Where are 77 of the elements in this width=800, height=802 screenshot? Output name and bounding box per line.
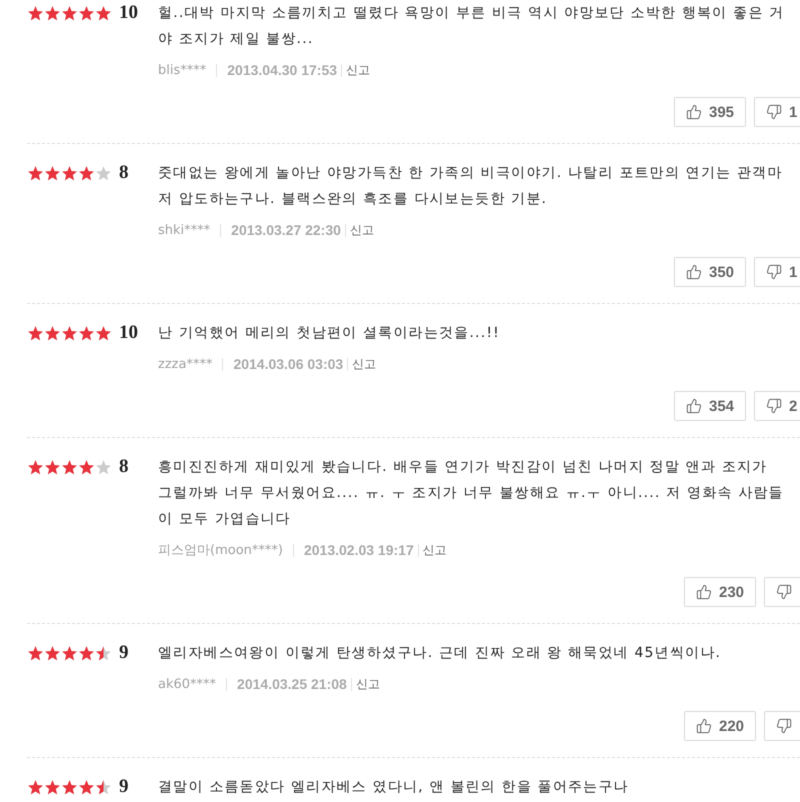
like-button[interactable]: 395 — [674, 97, 746, 127]
report-link[interactable]: 신고 — [350, 222, 374, 238]
star-icon — [61, 164, 78, 182]
star-icon — [27, 644, 44, 662]
report-link[interactable]: 신고 — [356, 676, 380, 692]
review-text: 난 기억했어 메리의 첫남편이 셜록이라는것을...!! — [158, 324, 501, 343]
star-icon — [27, 4, 44, 22]
star-icon — [61, 644, 78, 662]
star-icon — [78, 4, 95, 22]
dislike-button[interactable] — [764, 577, 800, 607]
like-button[interactable]: 350 — [674, 257, 746, 287]
rating-score: 9 — [119, 641, 128, 665]
author-name: zzza**** — [158, 356, 212, 372]
star-icon — [78, 324, 95, 342]
thumbs-down-icon — [776, 584, 792, 600]
star-icon — [44, 164, 61, 182]
dislike-button[interactable]: 2 — [754, 391, 800, 421]
like-button[interactable]: 354 — [674, 391, 746, 421]
star-icon — [78, 644, 95, 662]
review-text: 결말이 소름돋았다 엘리자베스 였다니, 앤 볼린의 한을 풀어주는구나 — [158, 778, 630, 797]
author-name: blis**** — [158, 62, 206, 78]
star-icon — [61, 458, 78, 476]
star-icon — [27, 458, 44, 476]
thumbs-up-icon — [696, 718, 712, 734]
like-button[interactable]: 220 — [684, 711, 756, 741]
star-icon — [44, 324, 61, 342]
thumbs-up-icon — [686, 398, 702, 414]
review-text: 헐..대박 마지막 소름끼치고 떨렸다 욕망이 부른 비극 역시 야망보단 소박한 행복이 좋은 거야 조지가 제일 불쌍... — [158, 4, 786, 49]
author-name: shki**** — [158, 222, 210, 238]
star-icon — [27, 778, 44, 796]
thumbs-up-icon — [686, 104, 702, 120]
author-name: ak60**** — [158, 676, 216, 692]
star-icon — [27, 164, 44, 182]
thumbs-up-icon — [696, 584, 712, 600]
star-icon — [44, 458, 61, 476]
review-text: 흥미진진하게 재미있게 봤습니다. 배우들 연기가 박진감이 넘친 나머지 정말 앤과 조지가 그럴까봐 너무 무서웠어요.... ㅠ. ㅜ 조지가 너무 불쌍해요 ㅠ.ㅜ 아니.... 저 영화속 사람들이 모두 가엽습니다 — [158, 458, 785, 529]
thumbs-down-icon — [766, 264, 782, 280]
star-icon — [61, 324, 78, 342]
review-date: 2013.04.30 17:53 — [227, 62, 338, 78]
report-link[interactable]: 신고 — [346, 62, 370, 78]
star-icon — [95, 324, 112, 342]
dislike-button[interactable] — [764, 711, 800, 741]
review-date: 2013.03.27 22:30 — [231, 222, 341, 238]
rating-score: 8 — [119, 455, 128, 479]
star-icon — [95, 644, 112, 662]
review-date: 2014.03.25 21:08 — [237, 676, 347, 692]
star-icon — [95, 458, 112, 476]
rating-score: 10 — [119, 321, 138, 345]
thumbs-down-icon — [766, 104, 782, 120]
dislike-button[interactable]: 1 — [754, 97, 800, 127]
dislike-button[interactable]: 1 — [754, 257, 800, 287]
star-icon — [44, 4, 61, 22]
star-icon — [78, 164, 95, 182]
like-button[interactable]: 230 — [684, 577, 756, 607]
report-link[interactable]: 신고 — [422, 542, 447, 558]
rating-score: 9 — [119, 775, 128, 799]
report-link[interactable]: 신고 — [352, 356, 376, 372]
star-icon — [95, 164, 112, 182]
thumbs-down-icon — [766, 398, 782, 414]
star-icon — [78, 458, 95, 476]
author-name: 피스엄마(moon****) — [158, 542, 283, 559]
star-icon — [61, 4, 78, 22]
star-icon — [27, 324, 44, 342]
thumbs-down-icon — [776, 718, 792, 734]
star-icon — [61, 778, 78, 796]
rating-score: 10 — [119, 1, 138, 25]
rating-score: 8 — [119, 161, 128, 185]
review-text: 엘리자베스여왕이 이렇게 탄생하셨구나. 근데 진짜 오래 왕 해묵었네 45년씩이나. — [158, 644, 722, 663]
review-text: 줏대없는 왕에게 놀아난 야망가득찬 한 가족의 비극이야기. 나탈리 포트만의 연기는 관객마저 압도하는구나. 블랙스완의 흑조를 다시보는듯한 기분. — [158, 164, 784, 209]
star-icon — [95, 778, 112, 796]
review-date: 2014.03.06 03:03 — [233, 356, 344, 372]
thumbs-up-icon — [686, 264, 702, 280]
star-icon — [78, 778, 95, 796]
star-icon — [44, 644, 61, 662]
review-date: 2013.02.03 19:17 — [304, 542, 414, 558]
star-icon — [95, 4, 112, 22]
star-icon — [44, 778, 61, 796]
